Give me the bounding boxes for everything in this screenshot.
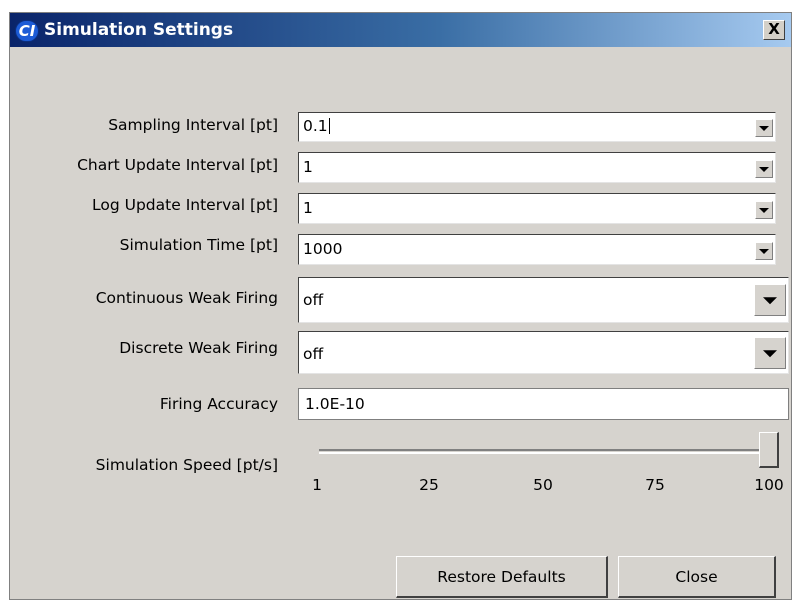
firing-accuracy-value[interactable]: 1.0E-10 (305, 395, 365, 413)
title-bar[interactable]: CI Simulation Settings X (10, 13, 791, 47)
simulation-settings-dialog: CI Simulation Settings X Sampling Interv… (9, 12, 792, 600)
discrete-weak-firing-label: Discrete Weak Firing (119, 339, 278, 357)
chevron-down-icon (759, 126, 769, 131)
app-logo-icon: CI (15, 20, 39, 42)
discrete-weak-firing-dropdown-button[interactable] (754, 337, 786, 369)
simulation-time-value[interactable]: 1000 (303, 240, 342, 258)
log-update-interval-label: Log Update Interval [pt] (92, 196, 278, 214)
restore-defaults-button[interactable]: Restore Defaults (396, 556, 608, 598)
simulation-time-dropdown-button[interactable] (755, 242, 773, 260)
dialog-title: Simulation Settings (44, 20, 234, 40)
simulation-time-label: Simulation Time [pt] (119, 236, 278, 254)
slider-tick-label: 1 (312, 476, 322, 494)
discrete-weak-firing-value[interactable]: off (303, 345, 323, 363)
log-update-interval-value[interactable]: 1 (303, 199, 313, 217)
slider-tick-label: 75 (645, 476, 665, 494)
sampling-interval-label: Sampling Interval [pt] (108, 116, 278, 134)
slider-tick-label: 25 (419, 476, 439, 494)
continuous-weak-firing-dropdown-button[interactable] (754, 284, 786, 316)
chart-update-interval-label: Chart Update Interval [pt] (77, 156, 278, 174)
chevron-down-icon (759, 208, 769, 213)
firing-accuracy-input[interactable]: 1.0E-10 (298, 388, 789, 420)
log-update-interval-dropdown-button[interactable] (755, 201, 773, 219)
chart-update-interval-value[interactable]: 1 (303, 158, 313, 176)
continuous-weak-firing-value[interactable]: off (303, 291, 323, 309)
chevron-down-icon (759, 249, 769, 254)
log-update-interval-combo[interactable]: 1 (298, 193, 776, 224)
simulation-speed-label: Simulation Speed [pt/s] (95, 456, 278, 474)
simulation-time-combo[interactable]: 1000 (298, 234, 776, 265)
sampling-interval-combo[interactable]: 0.1 (298, 112, 776, 142)
simulation-speed-track[interactable] (319, 449, 771, 454)
discrete-weak-firing-select[interactable]: off (298, 331, 789, 374)
chevron-down-icon (759, 167, 769, 172)
firing-accuracy-label: Firing Accuracy (159, 395, 278, 413)
close-window-button[interactable]: X (763, 20, 785, 40)
continuous-weak-firing-label: Continuous Weak Firing (95, 289, 278, 307)
text-caret (328, 118, 330, 134)
slider-tick-label: 100 (754, 476, 784, 494)
sampling-interval-value[interactable]: 0.1 (303, 117, 330, 135)
continuous-weak-firing-select[interactable]: off (298, 277, 789, 323)
simulation-speed-thumb[interactable] (759, 432, 779, 468)
slider-tick-label: 50 (533, 476, 553, 494)
chart-update-interval-dropdown-button[interactable] (755, 160, 773, 178)
close-button[interactable]: Close (618, 556, 776, 598)
chevron-down-icon (763, 350, 777, 358)
sampling-interval-dropdown-button[interactable] (755, 119, 773, 137)
chart-update-interval-combo[interactable]: 1 (298, 152, 776, 183)
chevron-down-icon (763, 297, 777, 305)
